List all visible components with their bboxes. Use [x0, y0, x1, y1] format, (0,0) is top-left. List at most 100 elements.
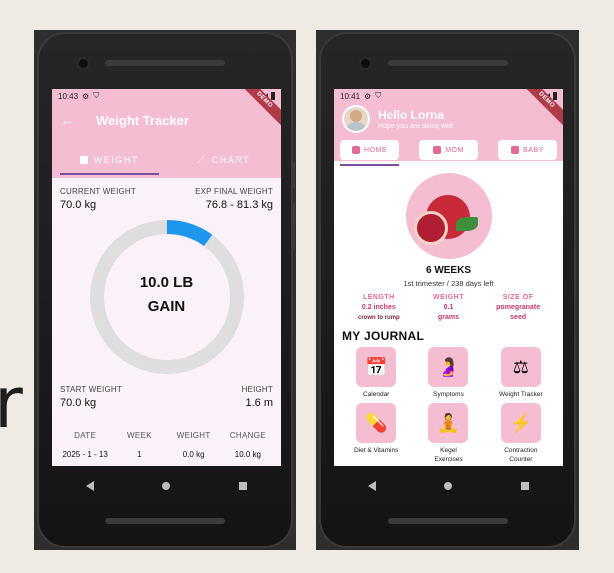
android-nav-bar [334, 466, 563, 506]
stat-size: SIZE OF pomegranate seed [486, 294, 550, 323]
bottom-speaker [105, 518, 225, 524]
journal-item-label: Kegel Exercises [434, 447, 463, 463]
pregnancy-home-screen: DEMO 10:41 ⚙ ⛉ Hello Lorna Hope you are … [334, 89, 563, 466]
nav-home-icon[interactable] [444, 482, 453, 490]
start-weight-label: START WEIGHT [60, 385, 122, 394]
exp-final-weight-label: EXP FINAL WEIGHT [195, 187, 273, 196]
nav-home-icon[interactable] [162, 482, 171, 490]
tab-chart-label: CHART [211, 155, 251, 165]
weight-tracker-header: 10:43 ⚙ ⛉ ← Weight Tracker WEIGHT ⟋ CHAR… [52, 89, 281, 178]
tab-chart[interactable]: ⟋ CHART [167, 145, 282, 175]
stat-length-note: crown to rump [357, 315, 400, 321]
earpiece-speaker [387, 60, 508, 66]
table-row[interactable]: 2025 - 1 - 13 1 0.0 kg 10.0 kg [52, 450, 281, 459]
gain-amount: 10.0 LB [139, 274, 194, 291]
journal-item-weight-tracker[interactable]: ⚖ Weight Tracker [485, 347, 557, 399]
home-header: 10:41 ⚙ ⛉ Hello Lorna Hope you are doing… [334, 89, 563, 166]
current-weight-label: CURRENT WEIGHT [60, 187, 136, 196]
current-weight-value: 70.0 kg [60, 199, 97, 211]
journal-grid: 📅 Calendar 🤰 Symptoms ⚖ Weight Tracker 💊… [334, 347, 563, 464]
status-time: 10:43 [58, 91, 79, 101]
pomegranate-illustration [405, 173, 492, 259]
android-nav-bar [52, 466, 281, 506]
nav-back-icon[interactable] [368, 481, 377, 491]
weight-tracker-screen: DEMO 10:43 ⚙ ⛉ ← Weight Tracker WEIGHT ⟋… [52, 89, 281, 466]
start-weight-row: START WEIGHT 70.0 kg HEIGHT 1.6 m [52, 385, 281, 409]
phone-frame: DEMO 10:43 ⚙ ⛉ ← Weight Tracker WEIGHT ⟋… [37, 32, 295, 548]
journal-item-label: Weight Tracker [499, 391, 543, 398]
current-weight-row: CURRENT WEIGHT 70.0 kg EXP FINAL WEIGHT … [52, 187, 281, 211]
status-time: 10:41 [340, 91, 361, 101]
scale-icon [79, 156, 88, 164]
tab-weight-label: WEIGHT [93, 155, 139, 165]
gain-label: GAIN [147, 298, 186, 315]
journal-item-kegel-exercises[interactable]: 🧘 Kegel Exercises [412, 403, 484, 464]
nav-back-icon[interactable] [86, 481, 95, 491]
stat-length-label: LENGTH [362, 294, 395, 301]
stat-weight-label: WEIGHT [432, 294, 464, 301]
cell-weight: 0.0 kg [182, 450, 205, 459]
journal-item-diet-vitamins[interactable]: 💊 Diet & Vitamins [340, 403, 412, 464]
cell-date: 2025 - 1 - 13 [62, 450, 108, 459]
stat-length-value: 0.2 inches [361, 304, 396, 311]
battery-icon [271, 92, 275, 100]
tab-mom[interactable]: MOM [419, 140, 478, 160]
back-arrow-icon[interactable]: ← [60, 112, 90, 128]
tab-weight[interactable]: WEIGHT [52, 145, 167, 175]
journal-title: MY JOURNAL [342, 329, 425, 343]
nav-recents-icon[interactable] [238, 482, 247, 490]
avatar[interactable] [342, 105, 370, 133]
battery-icon [553, 92, 557, 100]
front-camera [79, 59, 88, 68]
tab-baby-label: BABY [523, 146, 544, 154]
col-date: DATE [74, 431, 97, 440]
stat-weight-value: 0.1 [443, 304, 454, 311]
journal-item-label: Diet & Vitamins [354, 447, 399, 454]
vitamins-icon: 💊 [356, 403, 397, 443]
col-week: WEEK [126, 431, 152, 440]
tab-baby[interactable]: BABY [498, 140, 557, 160]
bottom-speaker [387, 518, 508, 524]
gain-text: 10.0 LB GAIN [87, 271, 247, 319]
journal-item-symptoms[interactable]: 🤰 Symptoms [412, 347, 484, 399]
right-phone-panel: DEMO 10:41 ⚙ ⛉ Hello Lorna Hope you are … [316, 30, 579, 550]
stat-length: LENGTH 0.2 inches crown to rump [347, 294, 411, 323]
greeting-subtitle: Hope you are doing well [378, 123, 454, 130]
stat-weight-unit: grams [437, 314, 459, 321]
tab-home-label: HOME [364, 146, 387, 154]
greeting-row: Hello Lorna Hope you are doing well [334, 104, 563, 134]
journal-item-contraction-counter[interactable]: ⚡ Contraction Counter [485, 403, 557, 464]
page-title: Weight Tracker [96, 112, 189, 128]
stat-size-note: seed [510, 314, 527, 321]
weight-table-header: DATE WEEK WEIGHT CHANGE [52, 431, 281, 440]
weight-gain-ring: 10.0 LB GAIN [87, 217, 247, 377]
col-change: CHANGE [229, 431, 266, 440]
leaf-icon [455, 217, 478, 231]
nav-recents-icon[interactable] [520, 482, 529, 490]
greeting: Hello Lorna [378, 108, 445, 122]
journal-item-calendar[interactable]: 📅 Calendar [340, 347, 412, 399]
trend-icon: ⟋ [197, 154, 206, 166]
exp-final-weight-value: 76.8 - 81.3 kg [205, 199, 273, 211]
power-button[interactable] [291, 202, 295, 250]
cell-change: 10.0 kg [234, 450, 261, 459]
stat-weight: WEIGHT 0.1 grams [416, 294, 480, 323]
pregnancy-weeks: 6 WEEKS [425, 265, 471, 276]
phone-frame: DEMO 10:41 ⚙ ⛉ Hello Lorna Hope you are … [319, 32, 576, 548]
home-icon [352, 146, 360, 154]
stat-size-value: pomegranate [496, 304, 541, 311]
yoga-icon: 🧘 [428, 403, 469, 443]
mom-icon [433, 146, 442, 154]
tab-home[interactable]: HOME [340, 140, 399, 166]
home-tabs: HOME MOM BABY [334, 140, 563, 166]
background-letter: r [0, 362, 23, 444]
cell-week: 1 [137, 450, 142, 459]
gear-icon: ⚙ [82, 91, 90, 101]
app-bar: ← Weight Tracker [52, 103, 281, 137]
volume-button[interactable] [291, 162, 295, 188]
shield-icon: ⛉ [93, 91, 100, 100]
scale-icon: ⚖ [500, 347, 541, 387]
baby-stats: LENGTH 0.2 inches crown to rump WEIGHT 0… [334, 294, 563, 323]
start-weight-value: 70.0 kg [60, 397, 97, 409]
height-label: HEIGHT [241, 385, 273, 394]
